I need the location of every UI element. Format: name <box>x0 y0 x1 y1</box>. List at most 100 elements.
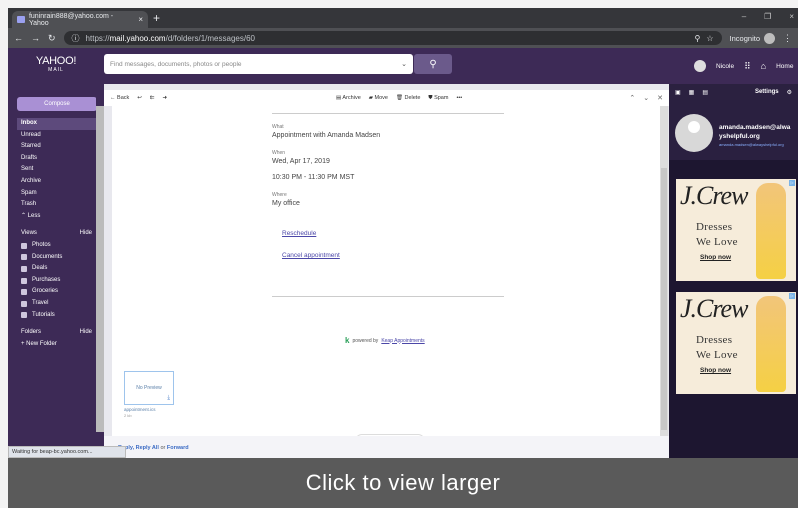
ad-banner[interactable]: J.Crew Dresses We Love Shop now ▷ <box>676 179 796 281</box>
minimize-button[interactable]: – <box>742 12 746 21</box>
browser-tab[interactable]: funinrain888@yahoo.com - Yahoo × <box>12 11 148 28</box>
new-folder-button[interactable]: + New Folder <box>17 339 96 351</box>
close-window-button[interactable]: × <box>789 12 794 21</box>
view-larger-overlay[interactable]: Click to view larger <box>8 458 798 508</box>
adchoices-icon[interactable]: ▷ <box>789 180 795 186</box>
sidebar-item-starred[interactable]: Starred <box>17 141 96 153</box>
contacts-icon[interactable]: ▣ <box>675 89 681 96</box>
folders-hide-link[interactable]: Hide <box>80 327 92 339</box>
reload-icon[interactable]: ↻ <box>48 33 56 44</box>
list-scrollbar[interactable] <box>96 106 104 432</box>
window-controls: – ❐ × <box>742 12 794 21</box>
browser-window: funinrain888@yahoo.com - Yahoo × + – ❐ ×… <box>8 8 798 508</box>
browser-menu-icon[interactable]: ⋮ <box>783 33 792 44</box>
search-input[interactable]: Find messages, documents, photos or peop… <box>104 54 413 74</box>
more-button[interactable]: ••• <box>456 95 462 101</box>
search-placeholder: Find messages, documents, photos or peop… <box>110 60 242 68</box>
back-button[interactable]: ← Back <box>110 95 129 101</box>
attachment-name[interactable]: appointment.ics <box>124 407 156 412</box>
sidebar-item-unread[interactable]: Unread <box>17 130 96 142</box>
reschedule-link[interactable]: Reschedule <box>282 230 316 237</box>
sidebar-item-groceries[interactable]: Groceries <box>17 286 96 298</box>
incognito-indicator[interactable]: Incognito <box>730 32 775 44</box>
reply-all-icon[interactable]: ⇇ <box>150 95 155 101</box>
views-header: Views Hide <box>17 228 96 240</box>
avatar <box>675 114 713 152</box>
sidebar-item-tutorials[interactable]: Tutorials <box>17 310 96 322</box>
sidebar-item-documents[interactable]: Documents <box>17 252 96 264</box>
toolbar-nav: ⌃ ⌄ ✕ <box>629 94 663 102</box>
sidebar-item-purchases[interactable]: Purchases <box>17 275 96 287</box>
sidebar-item-archive[interactable]: Archive <box>17 176 96 188</box>
where-value: My office <box>272 200 300 207</box>
message-scrollbar[interactable] <box>660 106 668 436</box>
search-button[interactable]: ⚲ <box>414 54 452 74</box>
sidebar-item-less[interactable]: ⌃ Less <box>17 211 96 223</box>
sidebar-item-spam[interactable]: Spam <box>17 188 96 200</box>
sidebar-item-photos[interactable]: Photos <box>17 240 96 252</box>
home-icon[interactable]: ⌂ <box>761 61 766 71</box>
spam-button[interactable]: ⛊ Spam <box>428 95 448 102</box>
info-icon[interactable]: ⓘ <box>72 33 80 44</box>
calendar-icon[interactable]: ▦ <box>689 89 695 96</box>
apps-grid-icon[interactable]: ⠿ <box>744 61 751 72</box>
bookmark-star-icon[interactable]: ☆ <box>706 34 713 43</box>
notepad-icon[interactable]: ▤ <box>702 89 708 96</box>
tab-close-icon[interactable]: × <box>138 15 143 24</box>
ad-cta[interactable]: Shop now <box>700 367 731 374</box>
delete-button[interactable]: 🗑 Delete <box>396 95 420 101</box>
search-options-chevron-icon[interactable]: ⌄ <box>401 60 407 68</box>
previous-message-icon[interactable]: ⌃ <box>629 94 635 102</box>
ad-image <box>756 183 786 279</box>
yahoo-mail-logo[interactable]: YAHOO! MAIL <box>8 56 104 75</box>
left-sidebar: Compose Inbox Unread Starred Drafts Sent… <box>8 84 97 458</box>
move-button[interactable]: ▰ Move <box>369 95 388 101</box>
mail-favicon-icon <box>17 16 25 23</box>
contact-name[interactable]: amanda.madsen@alwa yshelpful.org <box>719 123 790 141</box>
scrollbar-thumb[interactable] <box>661 168 667 430</box>
new-tab-button[interactable]: + <box>153 11 160 25</box>
sidebar-item-trash[interactable]: Trash <box>17 199 96 211</box>
contact-email[interactable]: amanda.madsen@alwayshelpful.org <box>719 142 784 147</box>
search-icon: ⚲ <box>429 58 437 70</box>
ad-banner[interactable]: J.Crew Dresses We Love Shop now ▷ <box>676 292 796 394</box>
download-icon[interactable]: ⤓ <box>167 395 170 402</box>
home-link[interactable]: Home <box>776 63 793 70</box>
avatar[interactable] <box>694 60 706 72</box>
toolbar-actions: ▤ Archive ▰ Move 🗑 Delete ⛊ Spam ••• <box>336 95 462 102</box>
reply-icon[interactable]: ↩ <box>137 95 142 101</box>
sidebar-item-sent[interactable]: Sent <box>17 164 96 176</box>
settings-link[interactable]: Settings <box>755 89 779 95</box>
views-hide-link[interactable]: Hide <box>80 228 92 240</box>
next-message-icon[interactable]: ⌄ <box>643 94 649 102</box>
forward-arrow-icon[interactable]: → <box>31 33 40 43</box>
sidebar-item-inbox[interactable]: Inbox <box>17 118 96 130</box>
reply-bar: Reply, Reply All or Forward <box>104 436 669 458</box>
close-message-icon[interactable]: ✕ <box>657 94 663 102</box>
what-value: Appointment with Amanda Madsen <box>272 132 381 139</box>
sidebar-item-travel[interactable]: Travel <box>17 298 96 310</box>
cancel-appointment-link[interactable]: Cancel appointment <box>282 252 340 259</box>
contact-card: amanda.madsen@alwa yshelpful.org amanda.… <box>669 100 798 160</box>
forward-link[interactable]: Forward <box>167 445 189 451</box>
zoom-icon[interactable]: ⚲ <box>695 34 701 43</box>
what-label: What <box>272 124 284 130</box>
keap-logo-icon: k <box>345 336 350 345</box>
ad-cta[interactable]: Shop now <box>700 254 731 261</box>
powered-by-label: powered by <box>352 337 379 344</box>
header-user-area: Nicole ⠿ ⌂ Home <box>694 60 793 72</box>
back-arrow-icon[interactable]: ← <box>14 33 23 43</box>
maximize-button[interactable]: ❐ <box>764 12 771 21</box>
forward-icon[interactable]: ➜ <box>162 95 167 101</box>
sidebar-item-deals[interactable]: Deals <box>17 263 96 275</box>
url-field[interactable]: ⓘ https://mail.yahoo.com/d/folders/1/mes… <box>63 31 722 45</box>
archive-button[interactable]: ▤ Archive <box>336 95 361 101</box>
deals-icon <box>21 265 27 272</box>
keap-link[interactable]: Keap Appointments <box>381 338 424 344</box>
compose-button[interactable]: Compose <box>17 97 97 111</box>
gear-icon[interactable]: ⚙ <box>787 89 792 96</box>
user-name[interactable]: Nicole <box>716 63 734 70</box>
attachment-card[interactable]: No Preview ⤓ <box>124 371 174 405</box>
adchoices-icon[interactable]: ▷ <box>789 293 795 299</box>
sidebar-item-drafts[interactable]: Drafts <box>17 153 96 165</box>
